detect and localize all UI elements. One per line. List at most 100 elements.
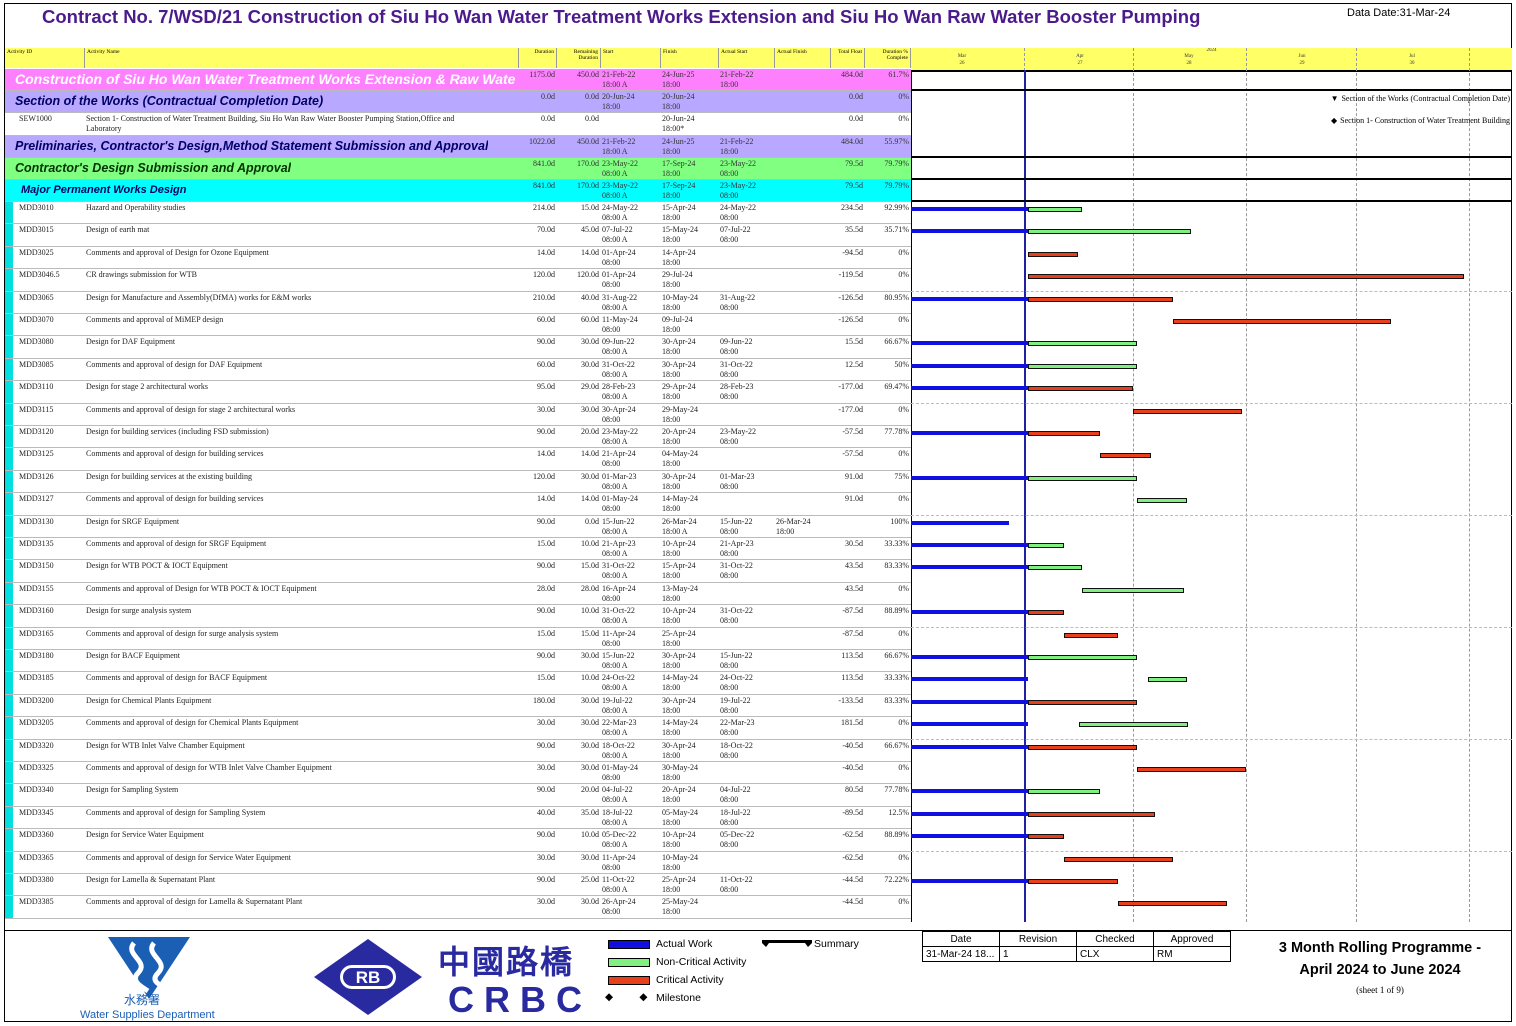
actual-activity-bar[interactable] (911, 565, 1028, 570)
actual-activity-bar[interactable] (911, 341, 1028, 346)
critical-activity-bar[interactable] (1027, 744, 1137, 750)
actual-activity-bar[interactable] (911, 789, 1028, 794)
cell-start: 19-Jul-22 08:00 A (602, 696, 633, 716)
critical-activity-bar[interactable] (1027, 251, 1079, 257)
critical-activity-bar[interactable] (1027, 699, 1137, 705)
noncritical-activity-bar[interactable] (1027, 363, 1137, 369)
critical-activity-bar[interactable] (1027, 296, 1173, 302)
wbs-band-row[interactable]: Preliminaries, Contractor's Design,Metho… (5, 136, 911, 158)
activity-row[interactable]: MDD3025 Comments and approval of Design f… (5, 246, 911, 270)
rev-header-revision: Revision (999, 931, 1077, 947)
cell-tf: -126.5d (838, 315, 863, 325)
critical-activity-bar[interactable] (1027, 834, 1064, 840)
actual-activity-bar[interactable] (911, 520, 1010, 525)
actual-activity-bar[interactable] (911, 834, 1028, 839)
critical-activity-bar[interactable] (1027, 431, 1101, 436)
cell-tf-text: -87.5d (842, 606, 863, 616)
activity-row[interactable]: MDD3360 Design for Service Water Equipmen… (5, 829, 911, 852)
activity-row[interactable]: MDD3345 Comments and approval of design f… (5, 806, 911, 830)
noncritical-activity-bar[interactable] (1147, 677, 1188, 683)
activity-row[interactable]: MDD3125 Comments and approval of design f… (5, 448, 911, 471)
activity-row[interactable]: MDD3127 Comments and approval of design f… (5, 493, 911, 516)
cell-finish-line2: 18:00 (662, 191, 681, 200)
activity-row[interactable]: MDD3380 Design for Lamella & Supernatant … (5, 874, 911, 897)
activity-row[interactable]: MDD3046.5 CR drawings submission for WTB 1… (5, 269, 911, 292)
critical-activity-bar[interactable] (1027, 274, 1464, 280)
actual-activity-bar[interactable] (911, 386, 1028, 391)
activity-row[interactable]: MDD3180 Design for BACF Equipment 90.0d 30.… (5, 650, 911, 673)
activity-row[interactable]: MDD3126 Design for building services at t… (5, 470, 911, 494)
critical-activity-bar[interactable] (1133, 408, 1242, 414)
actual-activity-bar[interactable] (911, 363, 1028, 368)
activity-row[interactable]: MDD3120 Design for building services (inc… (5, 426, 911, 449)
activity-row[interactable]: MDD3010 Hazard and Operability studies 214… (5, 202, 911, 225)
wbs-band-row[interactable]: Contractor's Design Submission and Appro… (5, 158, 911, 180)
actual-activity-bar[interactable] (911, 811, 1028, 816)
noncritical-activity-bar[interactable] (1027, 789, 1101, 795)
activity-row[interactable]: MDD3115 Comments and approval of design f… (5, 403, 911, 426)
activity-row[interactable]: MDD3320 Design for WTB Inlet Valve Chambe… (5, 739, 911, 762)
actual-activity-bar[interactable] (911, 722, 1028, 727)
rev-revision: 1 (999, 946, 1077, 962)
critical-activity-bar[interactable] (1063, 856, 1173, 862)
activity-row[interactable]: MDD3165 Comments and approval of design f… (5, 627, 911, 650)
critical-activity-bar[interactable] (1063, 632, 1119, 638)
activity-row[interactable]: MDD3080 Design for DAF Equipment 90.0d 30.0… (5, 336, 911, 359)
critical-activity-bar[interactable] (1136, 767, 1246, 772)
activity-row[interactable]: MDD3065 Design for Manufacture and Assemb… (5, 291, 911, 314)
wbs-band-row[interactable]: Section of the Works (Contractual Comple… (5, 91, 911, 113)
cell-dur: 214.0d (533, 203, 555, 213)
actual-activity-bar[interactable] (911, 879, 1028, 883)
activity-row[interactable]: MDD3185 Comments and approval of design f… (5, 672, 911, 695)
critical-activity-bar[interactable] (1027, 811, 1155, 817)
cell-dur: 60.0d (537, 315, 555, 325)
noncritical-activity-bar[interactable] (1082, 587, 1184, 593)
activity-row[interactable]: MDD3325 Comments and approval of design f… (5, 762, 911, 785)
activity-row[interactable]: MDD3015 Design of earth mat 70.0d 45.0d 07-J… (5, 224, 911, 247)
activity-row[interactable]: SEW1000 Section 1- Construction of Water … (5, 113, 911, 136)
activity-row[interactable]: MDD3085 Comments and approval of design f… (5, 358, 911, 382)
actual-activity-bar[interactable] (911, 744, 1028, 749)
critical-activity-bar[interactable] (1027, 386, 1133, 392)
noncritical-activity-bar[interactable] (1027, 475, 1137, 481)
critical-activity-bar[interactable] (1027, 610, 1064, 616)
activity-row[interactable]: MDD3155 Comments and approval of Design f… (5, 582, 911, 606)
actual-activity-bar[interactable] (911, 655, 1028, 659)
noncritical-activity-bar[interactable] (1027, 543, 1064, 548)
wbs-band-row[interactable]: Construction of Siu Ho Wan Water Treatme… (5, 69, 911, 91)
activity-row[interactable]: MDD3340 Design for Sampling System 90.0d 20… (5, 784, 911, 807)
activity-row[interactable]: MDD3200 Design for Chemical Plants Equipm… (5, 694, 911, 718)
actual-activity-bar[interactable] (911, 296, 1028, 301)
actual-activity-bar[interactable] (911, 543, 1028, 547)
critical-activity-bar[interactable] (1027, 879, 1119, 884)
actual-activity-bar[interactable] (911, 677, 1028, 682)
activity-row[interactable]: MDD3070 Comments and approval of MiMEP de… (5, 314, 911, 337)
noncritical-activity-bar[interactable] (1078, 722, 1188, 728)
noncritical-activity-bar[interactable] (1027, 565, 1083, 571)
activity-row[interactable]: MDD3130 Design for SRGF Equipment 90.0d 0.0… (5, 515, 911, 538)
cell-start: 01-Mar-23 08:00 A (602, 472, 637, 492)
activity-row[interactable]: MDD3365 Comments and approval of design f… (5, 851, 911, 874)
noncritical-activity-bar[interactable] (1027, 207, 1083, 212)
activity-row[interactable]: MDD3110 Design for stage 2 architectural … (5, 381, 911, 404)
activity-row[interactable]: MDD3150 Design for WTB POCT & IOCT Equipm… (5, 560, 911, 583)
critical-activity-bar[interactable] (1100, 453, 1152, 459)
actual-activity-bar[interactable] (911, 207, 1028, 211)
activity-row[interactable]: MDD3385 Comments and approval of design f… (5, 896, 911, 919)
noncritical-activity-bar[interactable] (1027, 229, 1192, 235)
noncritical-activity-bar[interactable] (1136, 498, 1188, 504)
wbs-band-row[interactable]: Major Permanent Works Design 841.0d 170.0d… (5, 180, 911, 202)
cell-dur-text: 15.0d (537, 539, 555, 548)
activity-row[interactable]: MDD3135 Comments and approval of design f… (5, 538, 911, 561)
activity-row[interactable]: MDD3205 Comments and approval of design f… (5, 717, 911, 740)
noncritical-activity-bar[interactable] (1027, 655, 1137, 660)
actual-activity-bar[interactable] (911, 699, 1028, 704)
actual-activity-bar[interactable] (911, 431, 1028, 435)
actual-activity-bar[interactable] (911, 475, 1028, 480)
critical-activity-bar[interactable] (1172, 319, 1391, 324)
actual-activity-bar[interactable] (911, 229, 1028, 234)
activity-row[interactable]: MDD3160 Design for surge analysis system 9… (5, 605, 911, 628)
actual-activity-bar[interactable] (911, 610, 1028, 615)
critical-activity-bar[interactable] (1118, 901, 1228, 907)
noncritical-activity-bar[interactable] (1027, 341, 1137, 347)
